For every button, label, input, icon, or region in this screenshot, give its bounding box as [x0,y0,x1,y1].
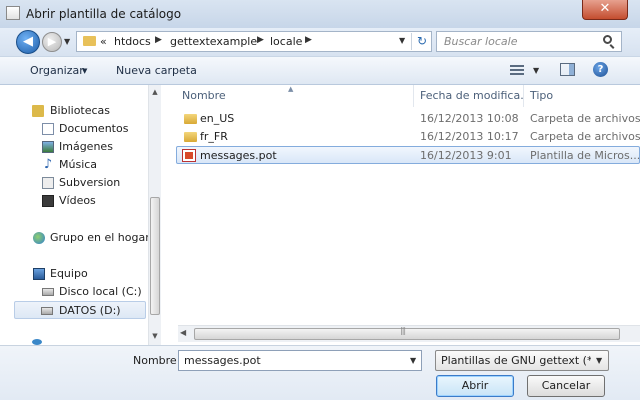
breadcrumb-gettextexample[interactable]: gettextexample [170,35,257,48]
file-type: Carpeta de archivos [530,130,640,143]
breadcrumb-locale[interactable]: locale [270,35,302,48]
command-bar [0,56,640,85]
navigation-pane: Bibliotecas Documentos Imágenes ♪ Música… [0,85,150,345]
window-title: Abrir plantilla de catálogo [26,7,182,21]
view-options-icon[interactable] [510,64,524,76]
file-date: 16/12/2013 10:17 [420,130,519,143]
sidebar-item-datos-drive[interactable]: DATOS (D:) [14,301,146,319]
chevron-down-icon[interactable]: ▼ [596,356,602,365]
file-row-selected[interactable]: messages.pot 16/12/2013 9:01 Plantilla d… [176,146,640,164]
column-header-date[interactable]: Fecha de modifica... [414,85,524,107]
folder-icon [184,132,197,142]
folder-icon [184,114,197,124]
view-dropdown[interactable]: ▼ [533,66,539,75]
breadcrumb-separator[interactable]: ▶ [155,35,162,45]
help-icon[interactable]: ? [593,62,608,77]
file-row[interactable]: en_US 16/12/2013 10:08 Carpeta de archiv… [176,110,640,128]
navigation-scrollbar[interactable]: ▲ ▼ [148,85,161,345]
library-icon [32,105,44,117]
search-box[interactable]: Buscar locale [436,31,622,52]
computer-icon [33,268,45,280]
search-icon[interactable] [603,35,612,44]
scroll-left-arrow-icon[interactable]: ◀ [180,328,186,337]
subversion-icon [42,177,54,189]
file-list: Nombre ▲ Fecha de modifica... Tipo en_US… [162,85,640,345]
preview-pane-icon[interactable] [560,63,575,76]
file-type: Plantilla de Micros... [530,149,639,162]
file-date: 16/12/2013 9:01 [420,149,512,162]
column-header-name[interactable]: Nombre [176,85,414,107]
videos-icon [42,195,54,207]
forward-arrow-icon: ▶ [47,35,57,48]
dialog-icon [6,6,20,20]
breadcrumb-separator[interactable]: ▶ [257,35,264,45]
scroll-thumb[interactable] [194,326,620,340]
file-name-label: Nombre: [133,354,181,367]
close-button[interactable]: ✕ [582,0,628,20]
scroll-down-arrow-icon[interactable]: ▼ [149,329,161,343]
recent-pages-dropdown[interactable]: ▼ [64,37,70,46]
forward-button[interactable]: ▶ [42,32,62,52]
documents-icon [42,123,54,135]
homegroup-icon [33,232,45,244]
pot-file-icon [182,149,196,162]
local-disk-icon [42,288,54,296]
file-row[interactable]: fr_FR 16/12/2013 10:17 Carpeta de archiv… [176,128,640,146]
file-type-filter-value: Plantillas de GNU gettext (*.pot) [441,354,591,367]
address-dropdown[interactable]: ▼ [399,36,405,45]
file-name-value[interactable]: messages.pot [184,354,261,367]
file-name: fr_FR [200,130,228,143]
drive-icon [41,307,53,315]
horizontal-scrollbar[interactable]: ◀ [178,325,640,342]
sort-ascending-icon: ▲ [288,85,294,93]
breadcrumb-htdocs[interactable]: htdocs [114,35,151,48]
refresh-icon: ↻ [416,34,428,48]
file-name: en_US [200,112,235,125]
chevron-down-icon[interactable]: ▼ [82,67,87,75]
organize-button[interactable]: Organizar [30,64,84,77]
back-arrow-icon: ◀ [23,34,33,49]
refresh-button[interactable]: ↻ [411,33,432,50]
file-type-filter[interactable]: Plantillas de GNU gettext (*.pot) ▼ [435,350,609,371]
open-button[interactable]: Abrir [436,375,514,397]
file-name: messages.pot [200,149,277,162]
file-type: Carpeta de archivos [530,112,640,125]
scroll-up-arrow-icon[interactable]: ▲ [149,85,161,99]
pictures-icon [42,141,54,153]
file-date: 16/12/2013 10:08 [420,112,519,125]
address-bar[interactable]: « htdocs ▶ gettextexample ▶ locale ▶ ▼ ↻ [76,31,432,52]
chevron-down-icon[interactable]: ▼ [410,356,416,365]
close-icon: ✕ [599,1,611,16]
file-name-input[interactable]: messages.pot ▼ [178,350,422,371]
back-button[interactable]: ◀ [16,30,40,54]
music-icon: ♪ [43,157,53,172]
column-header-type[interactable]: Tipo [524,85,640,107]
folder-icon [83,36,96,46]
new-folder-button[interactable]: Nueva carpeta [116,64,197,77]
breadcrumb-overflow[interactable]: « [100,35,107,48]
cancel-button[interactable]: Cancelar [527,375,605,397]
breadcrumb-separator[interactable]: ▶ [305,35,312,45]
scroll-thumb[interactable] [150,197,160,315]
search-input[interactable]: Buscar locale [444,35,517,48]
